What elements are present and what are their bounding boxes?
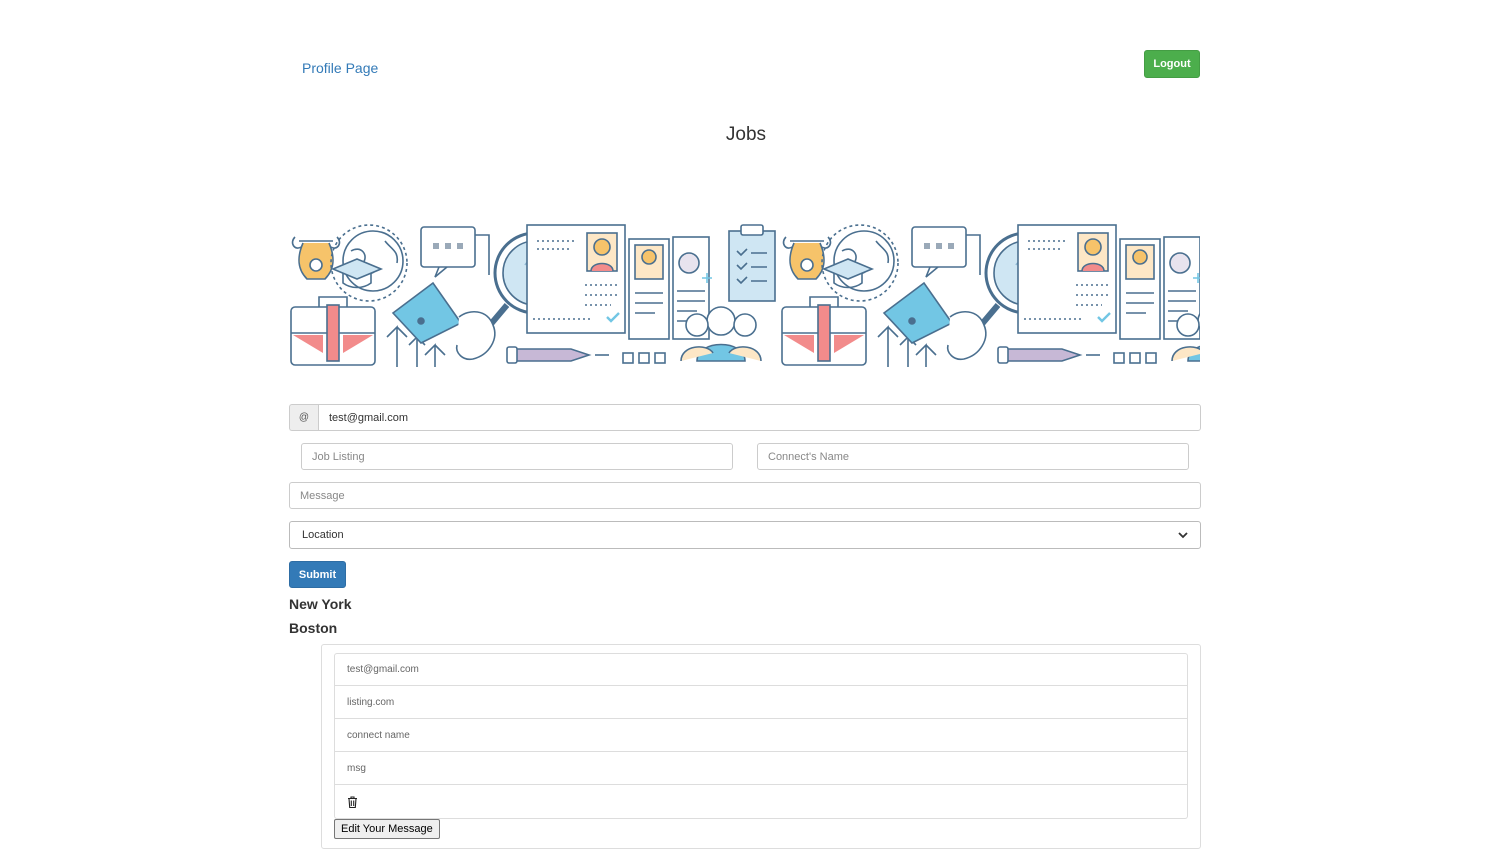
trash-icon[interactable] (347, 795, 358, 808)
list-item: connect name (334, 719, 1188, 752)
list-item (334, 785, 1188, 819)
location-selected-value: Location (302, 529, 344, 541)
list-item: test@gmail.com (334, 653, 1188, 686)
at-sign-addon: @ (289, 404, 318, 431)
profile-page-link[interactable]: Profile Page (302, 60, 378, 76)
city-heading-new-york: New York (289, 596, 352, 612)
city-heading-boston: Boston (289, 620, 338, 636)
submit-button[interactable]: Submit (289, 561, 346, 588)
email-field[interactable] (318, 404, 1201, 431)
jobs-banner-illustration (289, 221, 1200, 370)
connect-name-input[interactable] (757, 443, 1189, 470)
logout-button[interactable]: Logout (1144, 50, 1200, 78)
card-listing: listing.com (347, 696, 395, 708)
list-item: msg (334, 752, 1188, 785)
chevron-down-icon (1178, 532, 1188, 539)
list-item: listing.com (334, 686, 1188, 719)
card-email: test@gmail.com (347, 664, 419, 675)
message-card: test@gmail.com listing.com connect name … (321, 644, 1201, 849)
location-select[interactable]: Location (289, 521, 1201, 549)
message-detail-list: test@gmail.com listing.com connect name … (334, 653, 1188, 819)
job-listing-input[interactable] (301, 443, 733, 470)
card-message: msg (347, 762, 366, 774)
card-connect-name: connect name (347, 729, 410, 741)
edit-message-button[interactable]: Edit Your Message (334, 819, 440, 839)
message-input[interactable] (289, 482, 1201, 509)
email-input-group: @ (289, 404, 1201, 431)
page-title: Jobs (725, 124, 767, 145)
